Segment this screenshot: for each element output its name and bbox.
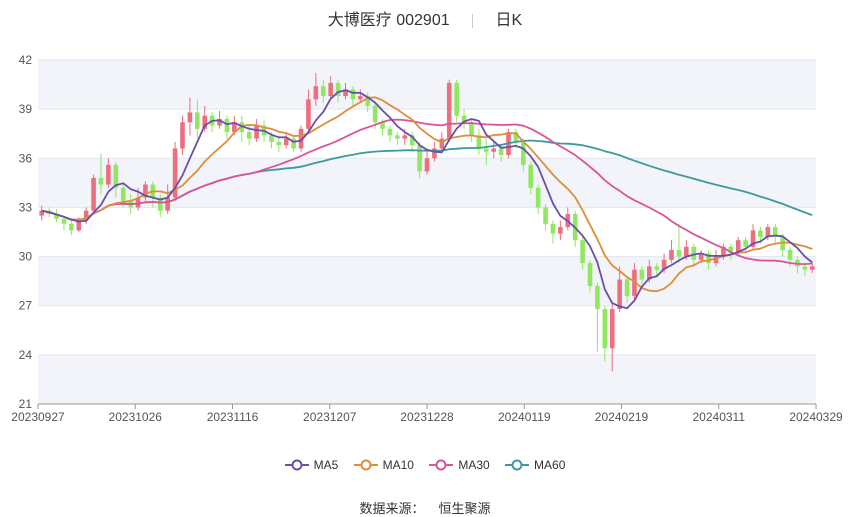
- source-label: 数据来源：: [359, 501, 425, 516]
- legend-item-ma5[interactable]: MA5: [284, 458, 339, 472]
- candle: [535, 187, 541, 208]
- candle: [809, 266, 815, 270]
- candle: [543, 207, 548, 224]
- candle: [395, 135, 400, 139]
- y-tick-label: 39: [19, 102, 33, 116]
- candle: [417, 145, 422, 172]
- candle: [602, 308, 608, 349]
- candle: [106, 164, 111, 185]
- candle: [439, 138, 445, 149]
- legend: MA5 MA10 MA30 MA60: [0, 458, 850, 474]
- y-tick-label: 42: [19, 53, 33, 67]
- candle: [550, 223, 556, 234]
- x-tick-label: 20231116: [207, 410, 259, 424]
- y-tick-label: 24: [19, 348, 33, 362]
- candle: [483, 148, 489, 152]
- candle: [802, 266, 808, 270]
- legend-item-ma30[interactable]: MA30: [429, 458, 490, 472]
- candle: [98, 177, 104, 185]
- grid-band: [38, 354, 816, 404]
- candle: [320, 86, 326, 97]
- candle: [521, 141, 526, 165]
- candle: [617, 279, 622, 309]
- candle: [624, 279, 630, 296]
- ma5-legend-icon: [284, 459, 309, 471]
- candle: [276, 141, 282, 146]
- y-tick-label: 21: [19, 397, 33, 411]
- x-tick-label: 20240119: [498, 410, 551, 424]
- candle: [328, 82, 333, 97]
- x-tick-label: 20240219: [595, 410, 649, 424]
- candle: [498, 148, 504, 156]
- ma30-legend-icon: [429, 459, 454, 471]
- x-tick-label: 20231228: [400, 410, 454, 424]
- legend-label-ma5: MA5: [313, 458, 339, 472]
- candle: [402, 135, 408, 139]
- candle: [787, 250, 793, 260]
- x-tick-label: 20240311: [693, 410, 746, 424]
- candle: [469, 122, 474, 136]
- candle: [587, 263, 593, 287]
- y-tick-label: 27: [19, 299, 33, 313]
- candle: [424, 158, 430, 172]
- grid-band: [38, 60, 816, 110]
- ma10-legend-icon: [353, 459, 378, 471]
- candle: [558, 227, 563, 234]
- candle: [254, 125, 259, 139]
- x-tick-label: 20230927: [11, 410, 65, 424]
- candle: [609, 308, 615, 349]
- candle: [69, 223, 74, 231]
- x-tick-label: 20240329: [789, 410, 843, 424]
- candle: [528, 164, 534, 188]
- source-value: 恒生聚源: [438, 501, 491, 516]
- candle: [358, 96, 363, 100]
- legend-label-ma30: MA30: [458, 458, 490, 472]
- grid-band: [38, 256, 816, 306]
- candle: [91, 177, 96, 211]
- candlestick-chart: 21 24 27 30 33 36 39 42 20230927 20231026 20231116…: [11, 53, 843, 424]
- legend-label-ma60: MA60: [534, 458, 566, 472]
- candle: [350, 89, 356, 100]
- y-tick-label: 33: [19, 200, 33, 214]
- candle: [61, 218, 67, 224]
- ma60-legend-icon: [505, 459, 530, 471]
- legend-label-ma10: MA10: [382, 458, 414, 472]
- candle: [595, 286, 600, 309]
- legend-item-ma10[interactable]: MA10: [353, 458, 414, 472]
- candle: [691, 246, 697, 260]
- x-tick-label: 20231026: [109, 410, 163, 424]
- candle: [120, 187, 126, 201]
- candle: [639, 269, 645, 280]
- candle: [224, 118, 230, 133]
- y-tick-label: 36: [19, 151, 33, 165]
- x-tick-label: 20231207: [303, 410, 357, 424]
- legend-item-ma60[interactable]: MA60: [505, 458, 565, 472]
- candle: [246, 132, 252, 139]
- y-tick-label: 30: [19, 250, 33, 264]
- candle: [654, 266, 659, 270]
- candle: [580, 240, 585, 264]
- candle: [669, 250, 674, 260]
- candle: [446, 82, 452, 139]
- candle: [165, 197, 170, 211]
- candle: [387, 128, 393, 136]
- candle: [187, 112, 193, 123]
- candle: [454, 82, 459, 116]
- candle: [195, 112, 200, 129]
- candle: [372, 105, 378, 123]
- candle: [676, 250, 682, 257]
- candle: [743, 240, 748, 247]
- candle: [313, 86, 319, 100]
- candle: [758, 230, 763, 237]
- data-source: 数据来源： 恒生聚源: [0, 498, 850, 517]
- candle: [684, 246, 689, 257]
- candle: [180, 122, 185, 149]
- candle: [306, 99, 311, 129]
- candle: [269, 135, 274, 142]
- candle: [283, 138, 289, 146]
- candle: [491, 148, 496, 152]
